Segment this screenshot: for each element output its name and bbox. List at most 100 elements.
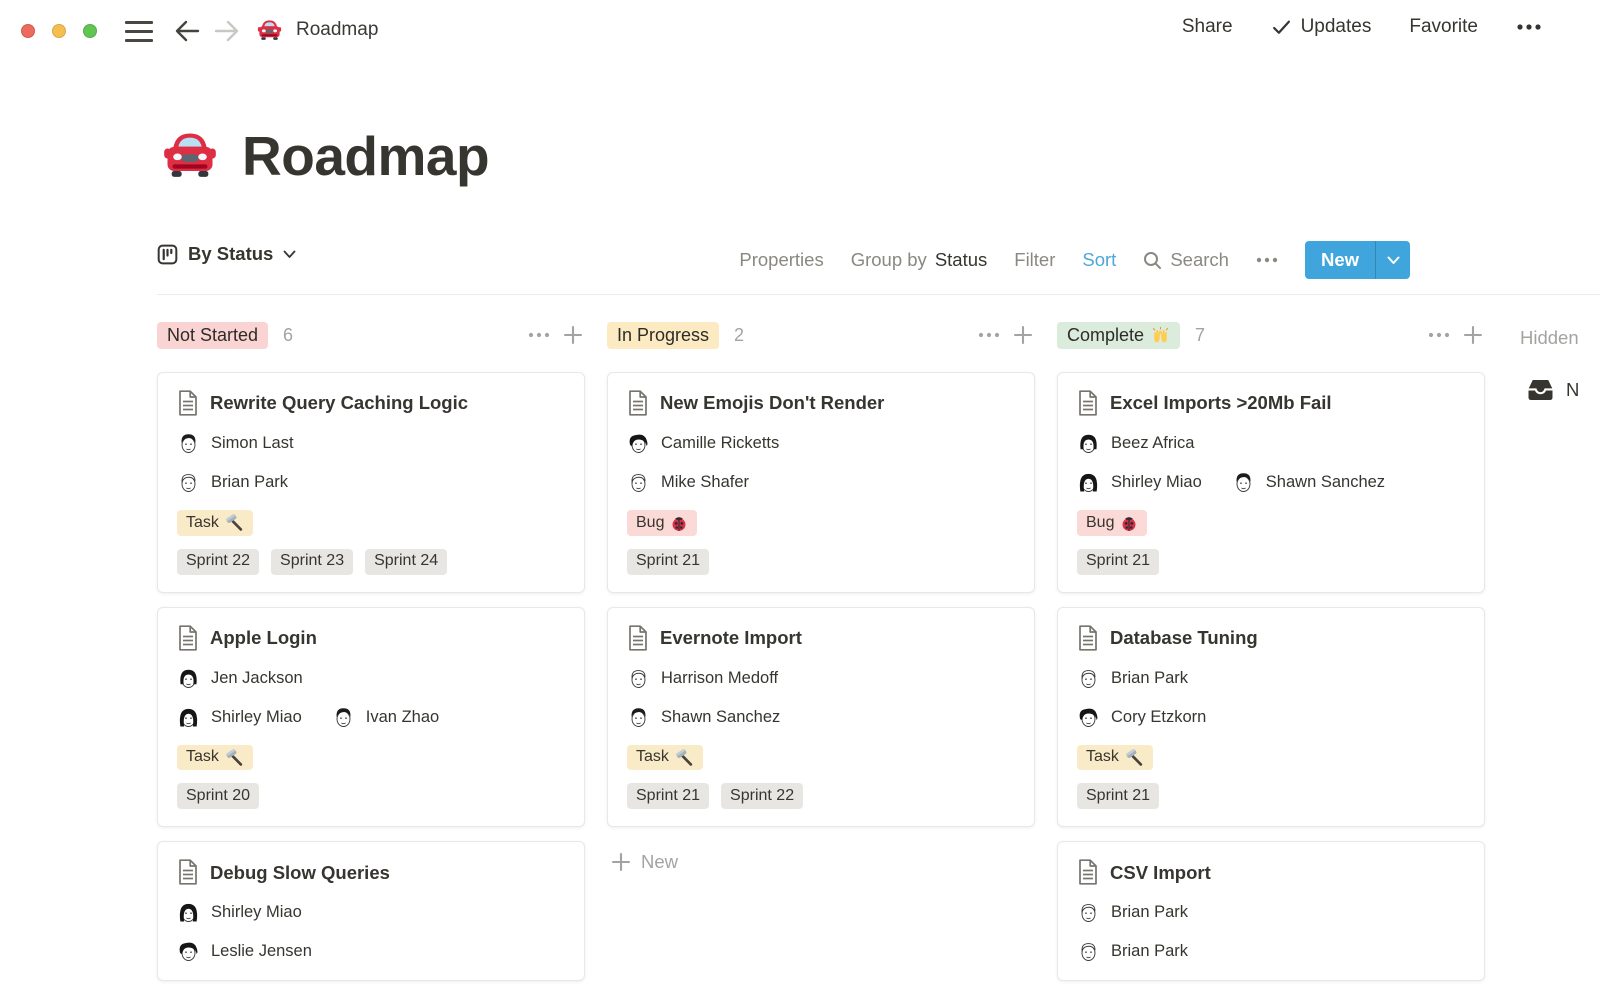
person-row: Jen Jackson <box>177 667 565 690</box>
tag-label: Task <box>1086 748 1119 766</box>
column-status-pill[interactable]: Not Started <box>157 321 269 349</box>
board-card-evernote-import[interactable]: Evernote Import Harrison Medoff Shawn Sa… <box>607 606 1035 828</box>
updates-button[interactable]: Updates <box>1271 16 1371 38</box>
tag-pill-task[interactable]: Task <box>177 744 253 771</box>
tag-label: Task <box>186 513 219 531</box>
person-shawn-sanchez[interactable]: Shawn Sanchez <box>627 706 780 729</box>
board-card-excel-imports-20mb-fail[interactable]: Excel Imports >20Mb Fail Beez Africa Shi… <box>1057 372 1485 593</box>
person-simon-last[interactable]: Simon Last <box>177 432 294 455</box>
car-icon <box>256 17 283 44</box>
sprint-pill-sprint-23[interactable]: Sprint 23 <box>271 548 354 575</box>
hammer-icon <box>225 748 244 767</box>
more-options-icon[interactable] <box>1516 23 1542 31</box>
person-leslie-jensen[interactable]: Leslie Jensen <box>177 940 312 963</box>
card-title: CSV Import <box>1110 861 1211 883</box>
person-brian-park[interactable]: Brian Park <box>177 471 288 494</box>
new-button-label[interactable]: New <box>1305 241 1375 279</box>
share-button[interactable]: Share <box>1182 16 1233 38</box>
column-add-icon[interactable] <box>561 323 585 347</box>
sprint-pill-sprint-21[interactable]: Sprint 21 <box>1077 783 1160 810</box>
card-title-row: Evernote Import <box>627 624 1015 651</box>
person-brian-park[interactable]: Brian Park <box>1077 667 1188 690</box>
person-name: Brian Park <box>211 473 289 491</box>
person-shawn-sanchez[interactable]: Shawn Sanchez <box>1232 471 1385 494</box>
person-shirley-miao[interactable]: Shirley Miao <box>177 706 302 729</box>
person-cory-etzkorn[interactable]: Cory Etzkorn <box>1077 706 1206 729</box>
sprint-pill-sprint-21[interactable]: Sprint 21 <box>1077 548 1160 575</box>
properties-button[interactable]: Properties <box>739 249 823 271</box>
column-status-pill[interactable]: Complete <box>1057 321 1181 349</box>
hidden-column-group[interactable]: N <box>1527 378 1579 402</box>
column-add-icon[interactable] <box>1461 323 1485 347</box>
page-doc-icon <box>177 859 199 885</box>
board-card-csv-import[interactable]: CSV Import Brian Park Brian Park <box>1057 841 1485 982</box>
sprint-pill-sprint-21[interactable]: Sprint 21 <box>627 783 710 810</box>
person-shirley-miao[interactable]: Shirley Miao <box>177 901 302 924</box>
filter-button[interactable]: Filter <box>1014 249 1055 271</box>
sort-button[interactable]: Sort <box>1082 249 1116 271</box>
person-ivan-zhao[interactable]: Ivan Zhao <box>332 706 439 729</box>
new-button[interactable]: New <box>1304 241 1410 279</box>
tag-pill-bug[interactable]: Bug <box>1077 510 1148 536</box>
group-by-button[interactable]: Group by Status <box>851 249 988 271</box>
avatar <box>627 667 650 690</box>
new-button-chevron-icon[interactable] <box>1376 241 1410 279</box>
sidebar-menu-icon[interactable] <box>125 21 153 42</box>
add-card-button[interactable]: New <box>611 851 1035 873</box>
maximize-window-button[interactable] <box>83 24 97 38</box>
sprint-pill-sprint-22[interactable]: Sprint 22 <box>721 783 804 810</box>
column-status-pill[interactable]: In Progress <box>607 321 720 349</box>
tag-label: Bug <box>636 513 665 531</box>
board-card-debug-slow-queries[interactable]: Debug Slow Queries Shirley Miao Leslie J… <box>157 841 585 982</box>
favorite-button[interactable]: Favorite <box>1409 16 1478 38</box>
board-card-apple-login[interactable]: Apple Login Jen Jackson Shirley Miao Iva… <box>157 606 585 828</box>
sprint-pill-sprint-24[interactable]: Sprint 24 <box>365 548 448 575</box>
tag-pill-task[interactable]: Task <box>1077 744 1153 771</box>
person-harrison-medoff[interactable]: Harrison Medoff <box>627 667 778 690</box>
sprint-pill-sprint-20[interactable]: Sprint 20 <box>177 783 260 810</box>
tag-row: Task <box>627 744 1015 771</box>
card-title-row: Rewrite Query Caching Logic <box>177 390 565 416</box>
person-camille-ricketts[interactable]: Camille Ricketts <box>627 432 779 455</box>
column-more-icon[interactable] <box>977 323 1001 347</box>
tag-pill-task[interactable]: Task <box>627 744 703 771</box>
person-row: Simon Last <box>177 432 565 455</box>
person-beez-africa[interactable]: Beez Africa <box>1077 432 1194 455</box>
column-more-icon[interactable] <box>1427 323 1451 347</box>
view-switcher-by-status[interactable]: By Status <box>157 243 296 265</box>
board-card-new-emojis-don-t-render[interactable]: New Emojis Don't Render Camille Ricketts… <box>607 372 1035 593</box>
search-button[interactable]: Search <box>1143 249 1229 271</box>
person-shirley-miao[interactable]: Shirley Miao <box>1077 471 1202 494</box>
sprint-pill-sprint-22[interactable]: Sprint 22 <box>177 548 260 575</box>
minimize-window-button[interactable] <box>52 24 66 38</box>
tag-pill-task[interactable]: Task <box>177 510 253 536</box>
toolbar-more-icon[interactable] <box>1256 257 1278 263</box>
person-name: Brian Park <box>1111 942 1189 961</box>
person-brian-park[interactable]: Brian Park <box>1077 901 1188 924</box>
person-brian-park[interactable]: Brian Park <box>1077 940 1188 963</box>
avatar <box>627 471 650 494</box>
tag-row: Bug <box>1077 510 1465 536</box>
close-window-button[interactable] <box>21 24 35 38</box>
column-add-icon[interactable] <box>1011 323 1035 347</box>
person-row: Harrison Medoff <box>627 667 1015 690</box>
board-card-database-tuning[interactable]: Database Tuning Brian Park Cory Etzkorn T… <box>1057 606 1485 828</box>
page-doc-icon <box>177 624 199 651</box>
back-arrow-icon[interactable] <box>172 16 202 46</box>
board-card-rewrite-query-caching-logic[interactable]: Rewrite Query Caching Logic Simon Last B… <box>157 372 585 593</box>
sprint-pill-sprint-21[interactable]: Sprint 21 <box>627 548 710 575</box>
person-name: Brian Park <box>1111 903 1189 922</box>
sprint-row: Sprint 22 Sprint 23 Sprint 24 <box>177 548 565 575</box>
person-name: Shawn Sanchez <box>661 707 781 726</box>
tag-row: Bug <box>627 510 1015 536</box>
person-jen-jackson[interactable]: Jen Jackson <box>177 667 303 690</box>
person-row: Cory Etzkorn <box>1077 706 1465 729</box>
inbox-icon <box>1527 378 1554 402</box>
forward-arrow-icon[interactable] <box>212 16 242 46</box>
person-row: Brian Park <box>1077 667 1465 690</box>
avatar <box>332 706 355 729</box>
page-doc-icon <box>1077 624 1099 651</box>
column-more-icon[interactable] <box>527 323 551 347</box>
tag-pill-bug[interactable]: Bug <box>627 510 698 536</box>
person-mike-shafer[interactable]: Mike Shafer <box>627 471 749 494</box>
